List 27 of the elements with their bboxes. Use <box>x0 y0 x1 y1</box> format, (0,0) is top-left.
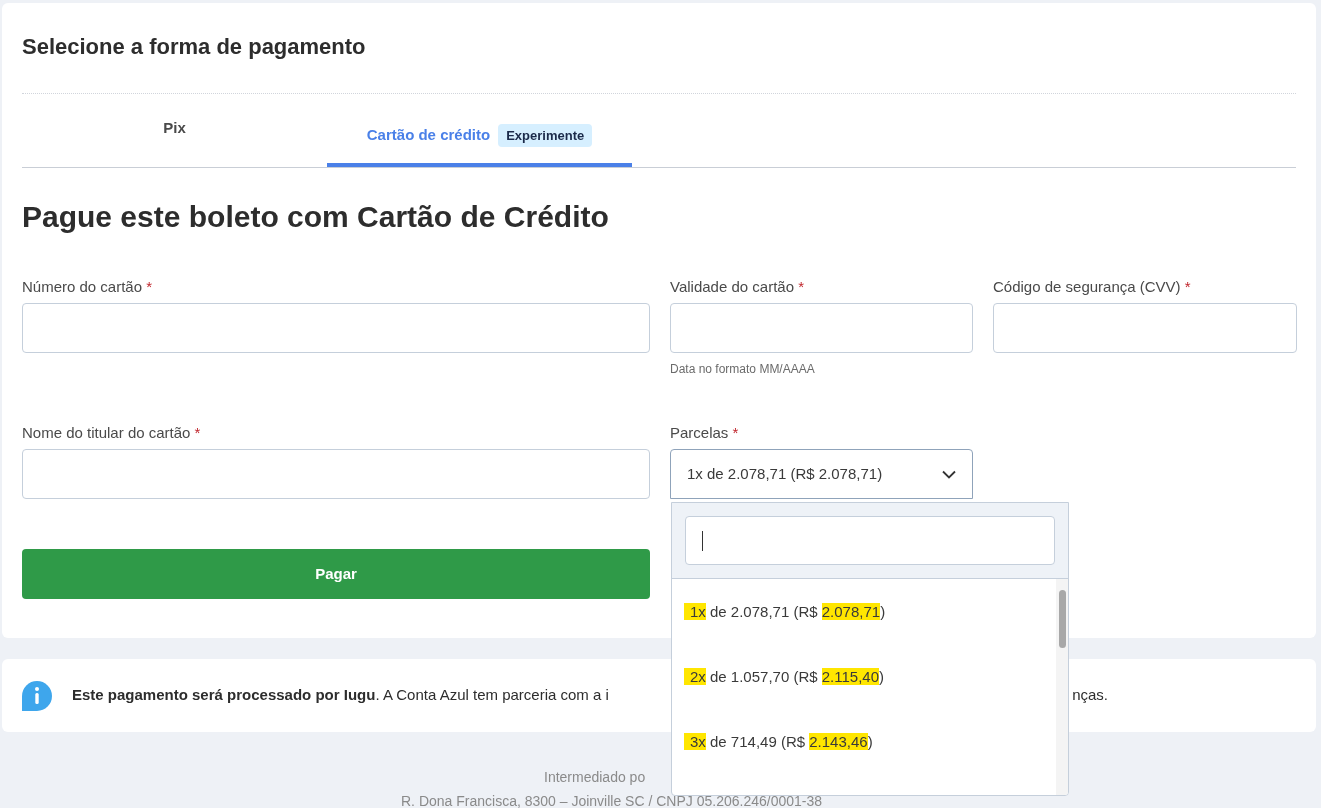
section-heading: Pague este boleto com Cartão de Crédito <box>22 199 610 235</box>
field-label: Código de segurança (CVV) * <box>993 277 1192 297</box>
field-label: Nome do titular do cartão * <box>22 423 202 443</box>
field-label: Número do cartão * <box>22 277 154 297</box>
payment-tab[interactable]: Pix <box>22 94 327 167</box>
text-field[interactable] <box>670 303 973 353</box>
footer-text: R. Dona Francisca, 8300 – Joinville SC / CNPJ 05.206.246/0001-38 <box>401 793 822 808</box>
payment-tab[interactable]: Cartão de crédito Experimente <box>327 94 632 167</box>
text-cursor <box>702 530 703 551</box>
pay-button[interactable]: Pagar <box>22 549 650 599</box>
installment-option[interactable]: 3x de 714,49 (R$ 2.143,46) <box>684 731 873 752</box>
page-title: Selecione a forma de pagamento <box>22 33 367 61</box>
text-field[interactable] <box>993 303 1297 353</box>
text-field[interactable] <box>22 303 650 353</box>
text-field[interactable] <box>22 449 650 499</box>
experiment-badge: Experimente <box>498 123 593 148</box>
scrollbar[interactable] <box>1056 579 1068 795</box>
field-hint: Data no formato MM/AAAA <box>670 361 816 377</box>
search-field[interactable] <box>685 516 1055 565</box>
info-icon <box>22 680 52 711</box>
field-label: Validade do cartão * <box>670 277 805 297</box>
chevron-down-icon <box>942 469 956 479</box>
field-label: Parcelas * <box>670 423 740 443</box>
info-text: Este pagamento será processado por Iugu. A Conta Azul tem parceria com a i <box>72 685 609 706</box>
footer-text: Intermediado po <box>544 769 646 785</box>
info-text: nças. <box>1072 685 1108 706</box>
installments-select[interactable]: 1x de 2.078,71 (R$ 2.078,71) <box>670 449 973 499</box>
